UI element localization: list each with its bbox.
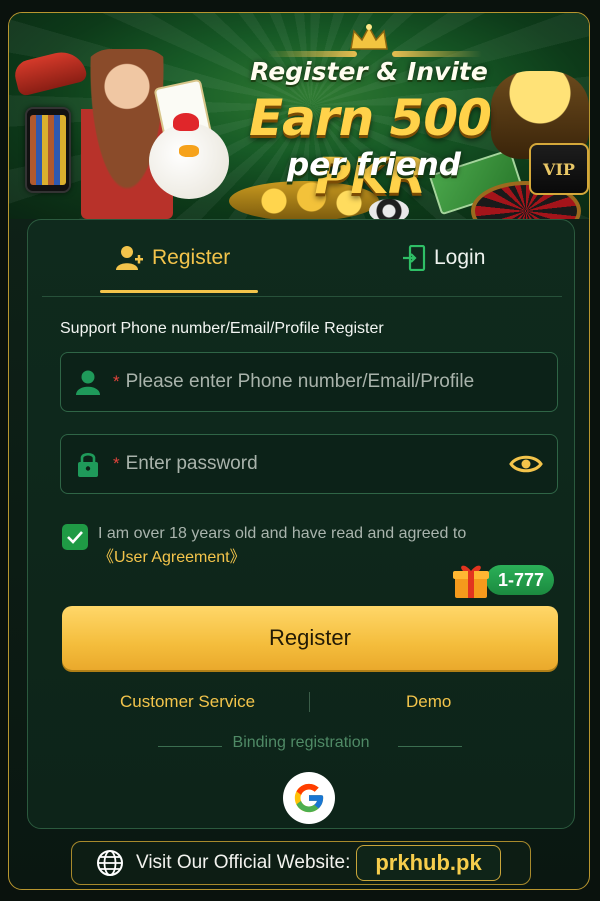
agreement-row: I am over 18 years old and have read and… xyxy=(62,522,518,570)
required-mark: * xyxy=(113,372,120,391)
phone-illustration xyxy=(25,107,71,193)
demo-link[interactable]: Demo xyxy=(406,692,451,712)
banner-subline: per friend xyxy=(287,147,461,183)
promo-banner[interactable]: VIP Register & Invite Earn 500 PKR per f… xyxy=(9,13,589,219)
checkmark-icon xyxy=(67,531,83,544)
tabs-divider xyxy=(42,296,562,297)
binding-line-right xyxy=(398,746,462,747)
user-icon xyxy=(76,370,100,395)
google-login-button[interactable] xyxy=(283,772,335,824)
tab-login[interactable]: Login xyxy=(402,238,485,278)
official-website-bar: Visit Our Official Website: prkhub.pk xyxy=(71,841,531,885)
password-input[interactable] xyxy=(125,453,509,475)
eye-icon[interactable] xyxy=(509,453,543,475)
google-icon xyxy=(294,783,324,813)
account-input[interactable] xyxy=(125,371,557,393)
visit-website-label: Visit Our Official Website: xyxy=(136,852,351,873)
add-user-icon xyxy=(116,246,143,270)
password-field[interactable]: * xyxy=(60,434,558,494)
required-mark: * xyxy=(113,454,120,473)
banner-title: Register & Invite xyxy=(250,57,488,86)
binding-registration-label: Binding registration xyxy=(232,734,370,751)
agreement-checkbox[interactable] xyxy=(62,524,88,550)
tab-login-label: Login xyxy=(434,246,486,269)
links-divider xyxy=(309,692,310,712)
vip-badge: VIP xyxy=(529,143,589,195)
auth-tabs: Register Login xyxy=(28,220,574,297)
register-button[interactable]: Register xyxy=(62,606,558,670)
lock-icon xyxy=(78,452,98,477)
support-text: Support Phone number/Email/Profile Regis… xyxy=(60,320,384,337)
tab-register-label: Register xyxy=(152,246,231,269)
crown-icon xyxy=(350,24,388,50)
active-tab-indicator xyxy=(100,290,258,293)
globe-icon xyxy=(97,850,123,876)
app-frame: VIP Register & Invite Earn 500 PKR per f… xyxy=(8,12,590,890)
login-door-icon xyxy=(403,245,426,271)
gift-icon xyxy=(453,565,489,598)
official-site-link[interactable]: prkhub.pk xyxy=(356,845,501,881)
customer-service-link[interactable]: Customer Service xyxy=(120,692,255,712)
auth-panel: Register Login Support Phone number/Emai… xyxy=(27,219,575,829)
bonus-badge[interactable]: 1-777 xyxy=(452,560,555,600)
account-field[interactable]: * xyxy=(60,352,558,412)
bonus-badge-label: 1-777 xyxy=(486,565,555,595)
helper-links: Customer Service Demo xyxy=(28,688,574,718)
agreement-text: I am over 18 years old and have read and… xyxy=(98,525,467,542)
tab-register[interactable]: Register xyxy=(116,238,230,278)
